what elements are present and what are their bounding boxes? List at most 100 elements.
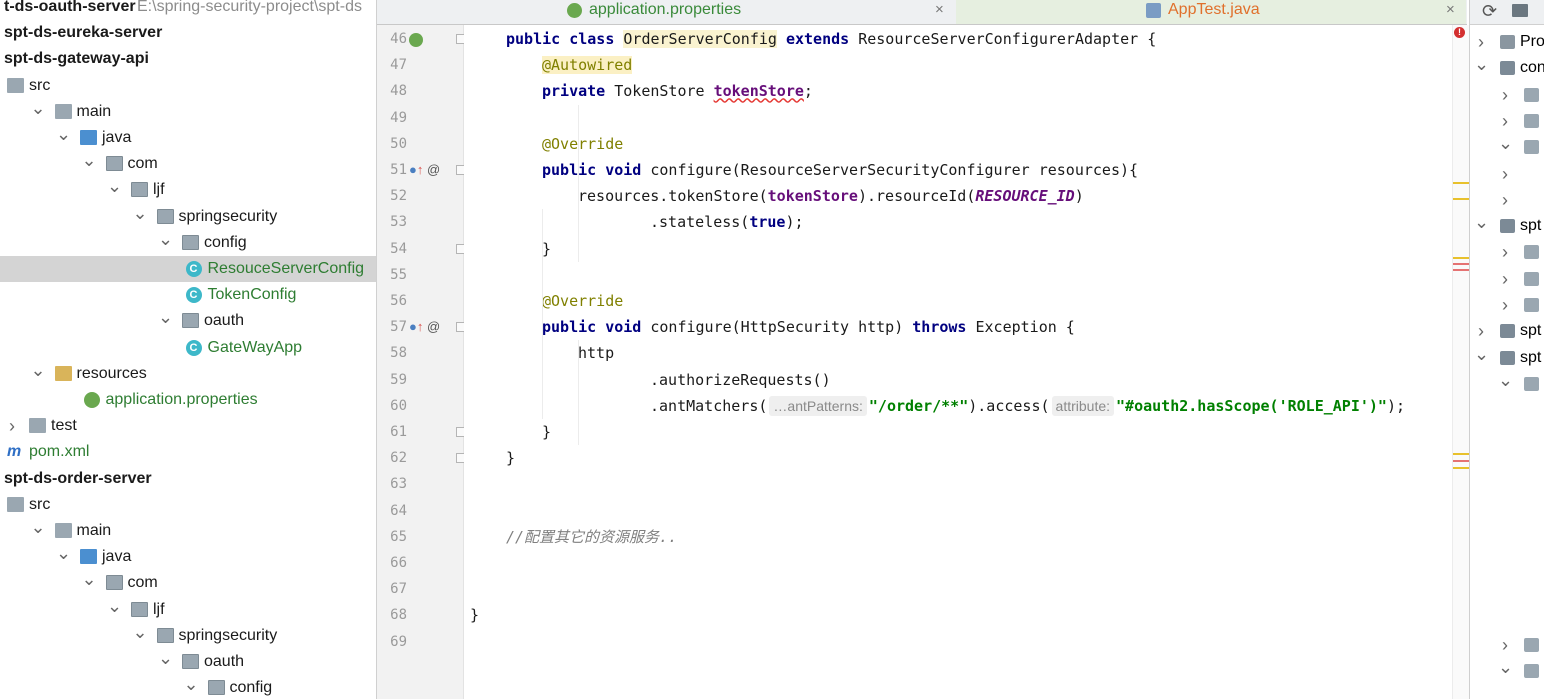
chevron-right-icon[interactable]: ›: [1498, 632, 1512, 658]
maven-tree-item[interactable]: ⌄ spt: [1470, 213, 1544, 239]
tree-item[interactable]: C GateWayApp: [0, 335, 376, 361]
chevron-down-icon[interactable]: ⌄: [158, 649, 173, 667]
maven-tree-item[interactable]: ›: [1470, 108, 1544, 134]
code-token: throws: [912, 318, 976, 337]
close-icon[interactable]: ×: [1446, 0, 1455, 20]
chevron-right-icon[interactable]: ›: [1498, 187, 1512, 213]
chevron-right-icon[interactable]: ›: [1498, 292, 1512, 318]
tree-item[interactable]: ⌄ config: [0, 675, 376, 699]
override-icon[interactable]: ●↑ @: [409, 314, 440, 340]
error-icon[interactable]: !: [1454, 27, 1465, 38]
tree-item[interactable]: t-ds-oauth-server E:\spring-security-proj…: [0, 0, 376, 20]
maven-tree-item[interactable]: ›: [1470, 82, 1544, 108]
warning-marker[interactable]: [1453, 182, 1469, 184]
maven-tree-item[interactable]: ⌄: [1470, 371, 1544, 397]
tree-item[interactable]: spt-ds-gateway-api: [0, 46, 376, 72]
chevron-right-icon[interactable]: ›: [1474, 29, 1488, 55]
chevron-down-icon[interactable]: ⌄: [1474, 55, 1489, 73]
tree-item[interactable]: spt-ds-order-server: [0, 466, 376, 492]
tree-item[interactable]: ⌄ springsecurity: [0, 204, 376, 230]
chevron-right-icon[interactable]: ›: [5, 413, 19, 439]
chevron-down-icon[interactable]: ⌄: [1474, 213, 1489, 231]
chevron-down-icon[interactable]: ⌄: [31, 99, 46, 117]
chevron-down-icon[interactable]: ⌄: [133, 204, 148, 222]
tab-apptest-java[interactable]: AppTest.java ×: [956, 0, 1466, 24]
tree-item[interactable]: ⌄ ljf: [0, 177, 376, 203]
maven-tree-item[interactable]: › Pro: [1470, 29, 1544, 55]
chevron-down-icon[interactable]: ⌄: [107, 177, 122, 195]
tree-item[interactable]: ⌄ main: [0, 518, 376, 544]
chevron-right-icon[interactable]: ›: [1498, 161, 1512, 187]
tree-item[interactable]: src: [0, 73, 376, 99]
error-marker[interactable]: [1453, 263, 1469, 265]
chevron-right-icon[interactable]: ›: [1498, 239, 1512, 265]
chevron-down-icon[interactable]: ⌄: [107, 597, 122, 615]
tree-item[interactable]: C TokenConfig: [0, 282, 376, 308]
chevron-right-icon[interactable]: ›: [1498, 82, 1512, 108]
maven-tree-item[interactable]: ›: [1470, 632, 1544, 658]
chevron-down-icon[interactable]: ⌄: [1498, 371, 1513, 389]
tree-item[interactable]: C ResouceServerConfig: [0, 256, 376, 282]
maven-tree-item[interactable]: ⌄ con: [1470, 55, 1544, 81]
error-marker[interactable]: [1453, 460, 1469, 462]
tree-item[interactable]: m pom.xml: [0, 439, 376, 465]
chevron-right-icon[interactable]: ›: [1498, 108, 1512, 134]
refresh-icon[interactable]: ⟳: [1482, 0, 1497, 22]
tree-item[interactable]: ⌄ oauth: [0, 308, 376, 334]
chevron-down-icon[interactable]: ⌄: [56, 544, 71, 562]
tree-item[interactable]: application.properties: [0, 387, 376, 413]
chevron-down-icon[interactable]: ⌄: [82, 570, 97, 588]
maven-tree-item[interactable]: › spt: [1470, 318, 1544, 344]
tree-item[interactable]: ⌄ config: [0, 230, 376, 256]
maven-tree-item[interactable]: ⌄: [1470, 134, 1544, 160]
tree-item[interactable]: ⌄ java: [0, 544, 376, 570]
maven-tree-item[interactable]: ›: [1470, 161, 1544, 187]
code-editor[interactable]: public class OrderServerConfig extends R…: [464, 25, 1452, 699]
warning-marker[interactable]: [1453, 257, 1469, 259]
tree-item[interactable]: ⌄ main: [0, 99, 376, 125]
editor-scrollbar[interactable]: [1452, 25, 1469, 699]
tree-item[interactable]: src: [0, 492, 376, 518]
warning-marker[interactable]: [1453, 453, 1469, 455]
chevron-down-icon[interactable]: ⌄: [1474, 345, 1489, 363]
maven-tree-item[interactable]: ›: [1470, 292, 1544, 318]
chevron-down-icon[interactable]: ⌄: [1498, 134, 1513, 152]
maven-tree-label: spt: [1520, 322, 1542, 340]
chevron-down-icon[interactable]: ⌄: [82, 151, 97, 169]
tree-item-label: spt-ds-eureka-server: [4, 24, 163, 42]
tab-application-properties[interactable]: application.properties ×: [377, 0, 955, 24]
chevron-down-icon[interactable]: ⌄: [158, 308, 173, 326]
chevron-down-icon[interactable]: ⌄: [133, 623, 148, 641]
warning-marker[interactable]: [1453, 467, 1469, 469]
maven-tree-item[interactable]: ›: [1470, 187, 1544, 213]
line-number: 49: [390, 109, 407, 126]
maven-tree-item[interactable]: ⌄ spt: [1470, 345, 1544, 371]
chevron-down-icon[interactable]: ⌄: [158, 230, 173, 248]
tree-item[interactable]: spt-ds-eureka-server: [0, 20, 376, 46]
folder-settings-icon[interactable]: [1512, 4, 1528, 17]
tree-item[interactable]: ⌄ com: [0, 570, 376, 596]
tree-item[interactable]: ⌄ ljf: [0, 597, 376, 623]
chevron-down-icon[interactable]: ⌄: [1498, 658, 1513, 676]
error-marker[interactable]: [1453, 269, 1469, 271]
spring-bean-icon[interactable]: [409, 26, 423, 52]
tree-item[interactable]: ⌄ resources: [0, 361, 376, 387]
parameter-hint: …antPatterns:: [769, 395, 867, 416]
tree-item[interactable]: ⌄ com: [0, 151, 376, 177]
maven-tree-item[interactable]: ›: [1470, 239, 1544, 265]
override-icon[interactable]: ●↑ @: [409, 157, 440, 183]
warning-marker[interactable]: [1453, 198, 1469, 200]
tree-item[interactable]: ⌄ oauth: [0, 649, 376, 675]
maven-tree-item[interactable]: ›: [1470, 266, 1544, 292]
chevron-down-icon[interactable]: ⌄: [184, 675, 199, 693]
chevron-down-icon[interactable]: ⌄: [31, 361, 46, 379]
chevron-down-icon[interactable]: ⌄: [56, 125, 71, 143]
tree-item[interactable]: ⌄ springsecurity: [0, 623, 376, 649]
tree-item[interactable]: ⌄ java: [0, 125, 376, 151]
chevron-right-icon[interactable]: ›: [1474, 318, 1488, 344]
chevron-down-icon[interactable]: ⌄: [31, 518, 46, 536]
maven-tree-item[interactable]: ⌄: [1470, 658, 1544, 684]
chevron-right-icon[interactable]: ›: [1498, 266, 1512, 292]
tree-item[interactable]: › test: [0, 413, 376, 439]
close-icon[interactable]: ×: [935, 0, 944, 20]
